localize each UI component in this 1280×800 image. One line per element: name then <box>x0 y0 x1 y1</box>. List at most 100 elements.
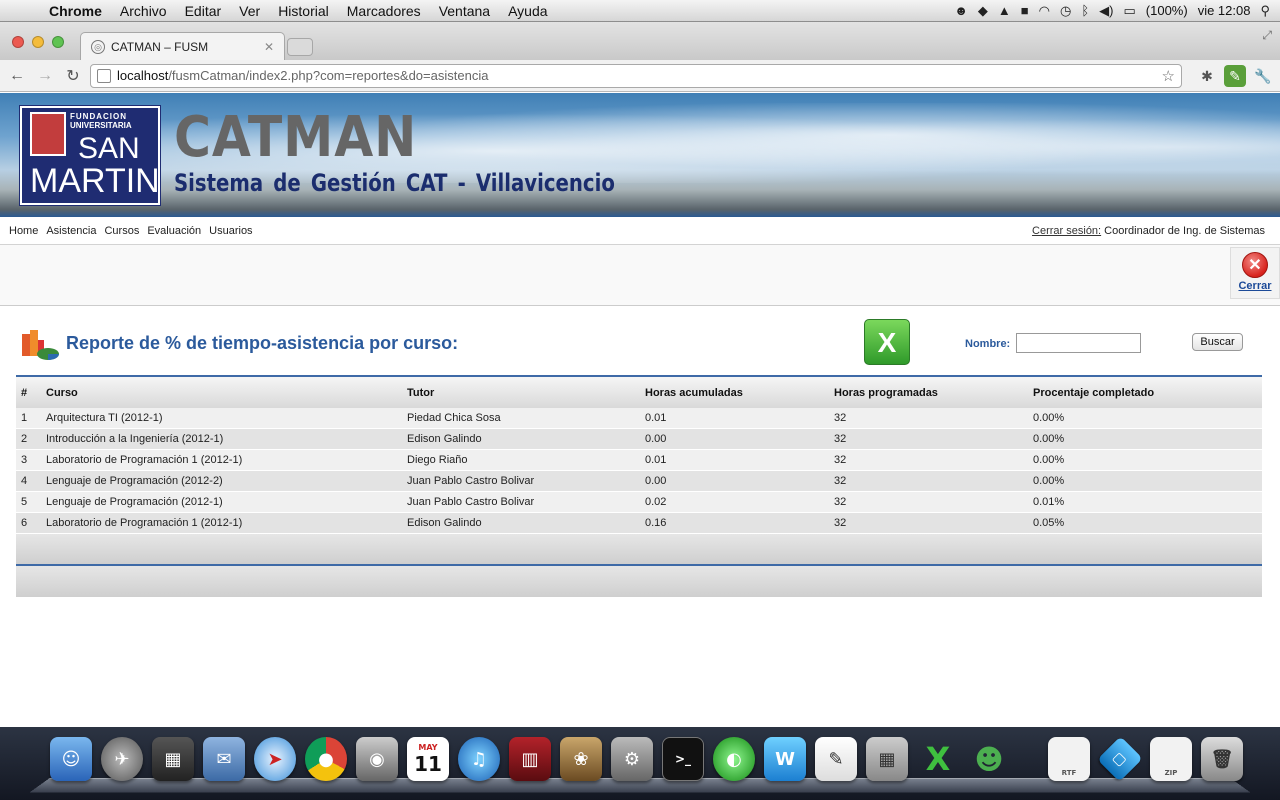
zoom-window-button[interactable] <box>52 36 64 48</box>
nav-home[interactable]: Home <box>9 225 38 237</box>
browser-window: ◎ CATMAN – FUSM ✕ ⤢ ← → ↻ localhost /fus… <box>0 22 1280 727</box>
system-preferences-icon[interactable]: ⚙ <box>611 737 653 781</box>
cell-number: 4 <box>21 475 28 487</box>
mission-control-icon[interactable]: ▦ <box>152 737 194 781</box>
name-search-input[interactable] <box>1016 333 1141 353</box>
col-header-tutor[interactable]: Tutor <box>407 387 645 399</box>
reload-icon[interactable]: ↻ <box>62 66 84 86</box>
nav-cursos[interactable]: Cursos <box>104 225 139 237</box>
back-arrow-icon[interactable]: ← <box>6 67 28 85</box>
facetime-icon[interactable]: ◉ <box>356 737 398 781</box>
nav-asistencia[interactable]: Asistencia <box>46 225 96 237</box>
site-title: CATMAN <box>174 105 418 170</box>
menu-historial[interactable]: Historial <box>269 0 338 22</box>
menu-clock[interactable]: vie 12:08 <box>1198 3 1251 18</box>
export-excel-icon[interactable]: X <box>864 319 910 365</box>
safari-icon[interactable]: ➤ <box>254 737 296 781</box>
menu-ayuda[interactable]: Ayuda <box>499 0 556 22</box>
launchpad-icon[interactable]: ✈ <box>101 737 143 781</box>
col-header-porcentaje[interactable]: Procentaje completado <box>1033 387 1262 399</box>
menu-archivo[interactable]: Archivo <box>111 0 176 22</box>
cell-number: 5 <box>21 496 28 508</box>
rtf-file-icon[interactable]: RTF <box>1048 737 1090 781</box>
photo-booth-icon[interactable]: ▥ <box>509 737 551 781</box>
dock-separator <box>1019 737 1039 781</box>
table-row[interactable]: 5 Lenguaje de Programación (2012-1) Juan… <box>16 492 1262 513</box>
green-app-icon[interactable]: ◐ <box>713 737 755 781</box>
new-tab-button[interactable] <box>287 38 313 56</box>
cell-curso: Introducción a la Ingeniería (2012-1) <box>46 433 224 445</box>
status-app-icon[interactable]: ☻ <box>954 3 968 18</box>
university-logo[interactable]: FUNDACION UNIVERSITARIA SAN MARTIN <box>19 105 161 206</box>
forward-arrow-icon[interactable]: → <box>34 67 56 85</box>
logout-link[interactable]: Cerrar sesión: <box>1032 225 1101 237</box>
itunes-icon[interactable]: ♫ <box>458 737 500 781</box>
spotlight-search-icon[interactable]: ⚲ <box>1260 3 1270 19</box>
calendar-icon[interactable]: MAY 11 <box>407 737 449 781</box>
virtualbox-icon[interactable]: ▢ <box>1097 736 1143 782</box>
cell-horas-programadas: 32 <box>834 475 847 487</box>
menu-app-name[interactable]: Chrome <box>40 0 111 22</box>
chrome-icon[interactable]: ● <box>305 737 347 781</box>
cell-tutor: Edison Galindo <box>407 433 482 445</box>
adium-icon[interactable]: ☻ <box>968 737 1010 781</box>
mail-icon[interactable]: ✉ <box>203 737 245 781</box>
finder-icon[interactable]: ☺ <box>50 737 92 781</box>
close-tab-icon[interactable]: ✕ <box>264 40 274 54</box>
cell-horas-programadas: 32 <box>834 433 847 445</box>
excel-icon[interactable]: X <box>917 737 959 781</box>
dropbox-icon[interactable]: ◆ <box>978 3 988 19</box>
cell-curso: Laboratorio de Programación 1 (2012-1) <box>46 454 243 466</box>
bluetooth-icon[interactable]: ᛒ <box>1081 3 1089 18</box>
drive-icon[interactable]: ▲ <box>998 3 1011 18</box>
table-row[interactable]: 4 Lenguaje de Programación (2012-2) Juan… <box>16 471 1262 492</box>
table-row[interactable]: 2 Introducción a la Ingeniería (2012-1) … <box>16 429 1262 450</box>
nav-evaluacion[interactable]: Evaluación <box>147 225 201 237</box>
fullscreen-icon[interactable]: ⤢ <box>1262 28 1272 43</box>
terminal-icon[interactable]: >_ <box>662 737 704 781</box>
table-row[interactable]: 3 Laboratorio de Programación 1 (2012-1)… <box>16 450 1262 471</box>
menu-editar[interactable]: Editar <box>176 0 231 22</box>
browser-tab[interactable]: ◎ CATMAN – FUSM ✕ <box>80 32 285 60</box>
menu-marcadores[interactable]: Marcadores <box>338 0 430 22</box>
textedit-icon[interactable]: ✎ <box>815 737 857 781</box>
wrench-menu-icon[interactable]: 🔧 <box>1252 65 1274 87</box>
cell-tutor: Juan Pablo Castro Bolivar <box>407 496 535 508</box>
battery-icon[interactable]: ▭ <box>1123 3 1135 19</box>
evernote-icon[interactable]: ■ <box>1021 3 1029 18</box>
battery-percent[interactable]: (100%) <box>1146 3 1188 18</box>
close-button[interactable]: ✕ Cerrar <box>1230 247 1280 299</box>
table-row[interactable]: 1 Arquitectura TI (2012-1) Piedad Chica … <box>16 408 1262 429</box>
table-body: 1 Arquitectura TI (2012-1) Piedad Chica … <box>16 408 1262 534</box>
address-bar[interactable]: localhost /fusmCatman/index2.php?com=rep… <box>90 63 1182 88</box>
nav-usuarios[interactable]: Usuarios <box>209 225 252 237</box>
trash-icon[interactable]: 🗑 <box>1201 737 1243 781</box>
cell-porcentaje: 0.05% <box>1033 517 1065 529</box>
time-machine-icon[interactable]: ◷ <box>1060 3 1071 19</box>
word-icon[interactable]: W <box>764 737 806 781</box>
col-header-horas-acumuladas[interactable]: Horas acumuladas <box>645 387 834 399</box>
wifi-icon[interactable]: ◠ <box>1039 3 1050 19</box>
iphoto-icon[interactable]: ❀ <box>560 737 602 781</box>
search-button[interactable]: Buscar <box>1192 333 1243 351</box>
cell-number: 3 <box>21 454 28 466</box>
cell-horas-programadas: 32 <box>834 412 847 424</box>
extension-bug-icon[interactable]: ✱ <box>1196 65 1218 87</box>
col-header-number[interactable]: # <box>16 387 46 399</box>
minimize-window-button[interactable] <box>32 36 44 48</box>
col-header-horas-programadas[interactable]: Horas programadas <box>834 387 1033 399</box>
cell-horas-programadas: 32 <box>834 454 847 466</box>
cell-porcentaje: 0.00% <box>1033 475 1065 487</box>
col-header-curso[interactable]: Curso <box>46 387 407 399</box>
menu-ventana[interactable]: Ventana <box>430 0 499 22</box>
url-path: /fusmCatman/index2.php?com=reportes&do=a… <box>168 68 489 83</box>
close-window-button[interactable] <box>12 36 24 48</box>
table-row[interactable]: 6 Laboratorio de Programación 1 (2012-1)… <box>16 513 1262 534</box>
volume-icon[interactable]: ◀) <box>1099 3 1113 19</box>
evernote-extension-icon[interactable]: ✎ <box>1224 64 1246 87</box>
zip-file-icon[interactable]: ZIP <box>1150 737 1192 781</box>
dock-icons: ☺ ✈ ▦ ✉ ➤ ● ◉ MAY 11 ♫ ▥ ❀ ⚙ >_ ◐ W ✎ ▦ … <box>50 736 1243 782</box>
menu-ver[interactable]: Ver <box>230 0 269 22</box>
bookmark-star-icon[interactable]: ☆ <box>1162 67 1175 85</box>
calculator-icon[interactable]: ▦ <box>866 737 908 781</box>
